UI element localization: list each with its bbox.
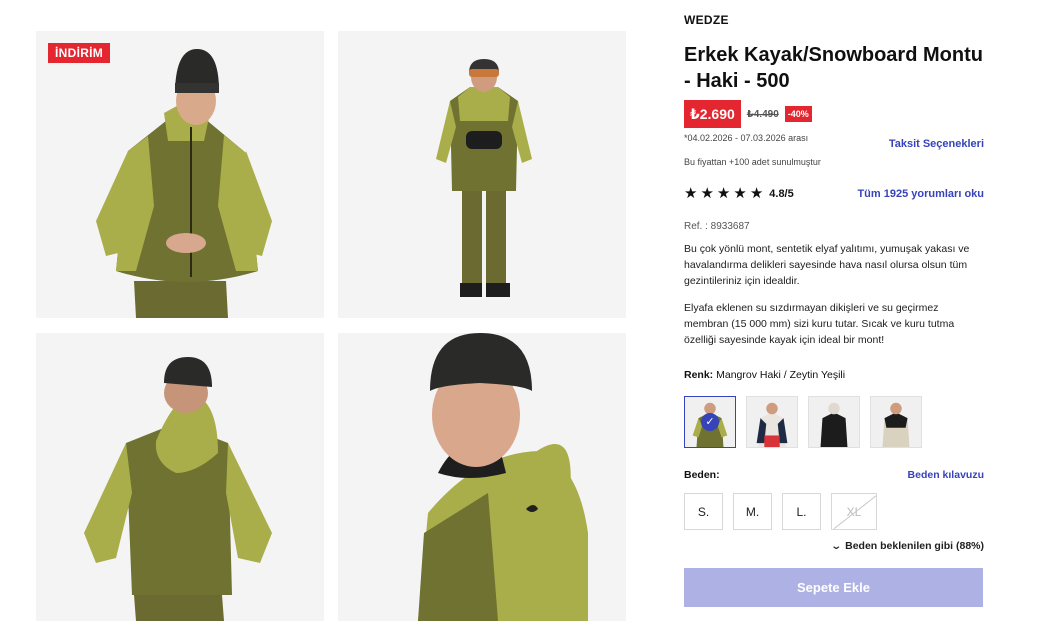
color-label-title: Renk: (684, 369, 714, 381)
swatch-navy-thumb (747, 397, 797, 447)
size-options: S. M. L. XL (684, 493, 877, 530)
reviews-link[interactable]: Tüm 1925 yorumları oku (857, 188, 984, 200)
size-label: Beden: (684, 469, 720, 481)
fit-note: Beden beklenilen gibi (88%) (845, 540, 984, 552)
description-paragraph-2: Elyafa eklenen su sızdırmayan dikişleri … (684, 302, 955, 346)
size-option-l[interactable]: L. (782, 493, 821, 530)
jacket-back-illustration (36, 333, 324, 621)
offer-date-range: *04.02.2026 - 07.03.2026 arası (684, 133, 809, 143)
star-icon: ★ (684, 185, 698, 202)
product-gallery: İNDİRİM (36, 31, 628, 621)
size-option-s[interactable]: S. (684, 493, 723, 530)
product-image-front[interactable]: İNDİRİM (36, 31, 324, 318)
swatch-beige-black[interactable] (870, 396, 922, 448)
product-image-back[interactable] (36, 333, 324, 621)
description-paragraph-1: Bu çok yönlü mont, sentetik elyaf yalıtı… (684, 243, 970, 287)
check-icon: ✓ (701, 413, 719, 431)
rating-row[interactable]: ★ ★ ★ ★ ★ 4.8/5 (684, 186, 794, 201)
product-image-full-body[interactable] (338, 31, 626, 318)
installments-link[interactable]: Taksit Seçenekleri (889, 138, 984, 150)
color-label: Renk: Mangrov Haki / Zeytin Yeşili (684, 369, 845, 381)
closeup-illustration (338, 333, 626, 621)
full-body-illustration (338, 31, 626, 318)
brand-name[interactable]: WEDZE (684, 13, 729, 27)
swatch-khaki[interactable]: ✓ (684, 396, 736, 448)
star-icon: ★ (716, 185, 731, 202)
discount-badge: -40% (784, 106, 812, 122)
size-guide-link[interactable]: Beden kılavuzu (908, 469, 984, 481)
swatch-black[interactable] (808, 396, 860, 448)
star-icon: ★ (733, 185, 747, 202)
size-option-m[interactable]: M. (733, 493, 772, 530)
jacket-front-illustration (36, 31, 324, 318)
color-value: Mangrov Haki / Zeytin Yeşili (716, 369, 846, 381)
star-icon: ★ (700, 185, 714, 202)
swatch-navy-white[interactable] (746, 396, 798, 448)
product-title: Erkek Kayak/Snowboard Montu - Haki - 500 (684, 44, 983, 92)
chevron-down-icon: ⌄ (830, 540, 842, 552)
add-to-cart-button[interactable]: Sepete Ekle (684, 568, 983, 607)
fit-feedback[interactable]: ⌄ Beden beklenilen gibi (88%) (830, 540, 984, 552)
color-swatches: ✓ (684, 396, 922, 448)
old-price: ₺4.490 (746, 108, 779, 120)
swatch-beige-thumb (871, 397, 921, 447)
size-option-xl-unavailable: XL (831, 493, 877, 530)
offer-stock-note: Bu fiyattan +100 adet sunulmuştur (684, 157, 821, 167)
product-image-closeup[interactable] (338, 333, 626, 621)
price-row: ₺2.690 ₺4.490 -40% (684, 100, 812, 128)
current-price: ₺2.690 (684, 100, 741, 128)
star-icon: ★ (749, 185, 764, 202)
product-reference: Ref. : 8933687 (684, 221, 750, 232)
rating-value: 4.8/5 (769, 187, 794, 200)
swatch-black-thumb (809, 397, 859, 447)
sale-badge: İNDİRİM (48, 43, 111, 63)
